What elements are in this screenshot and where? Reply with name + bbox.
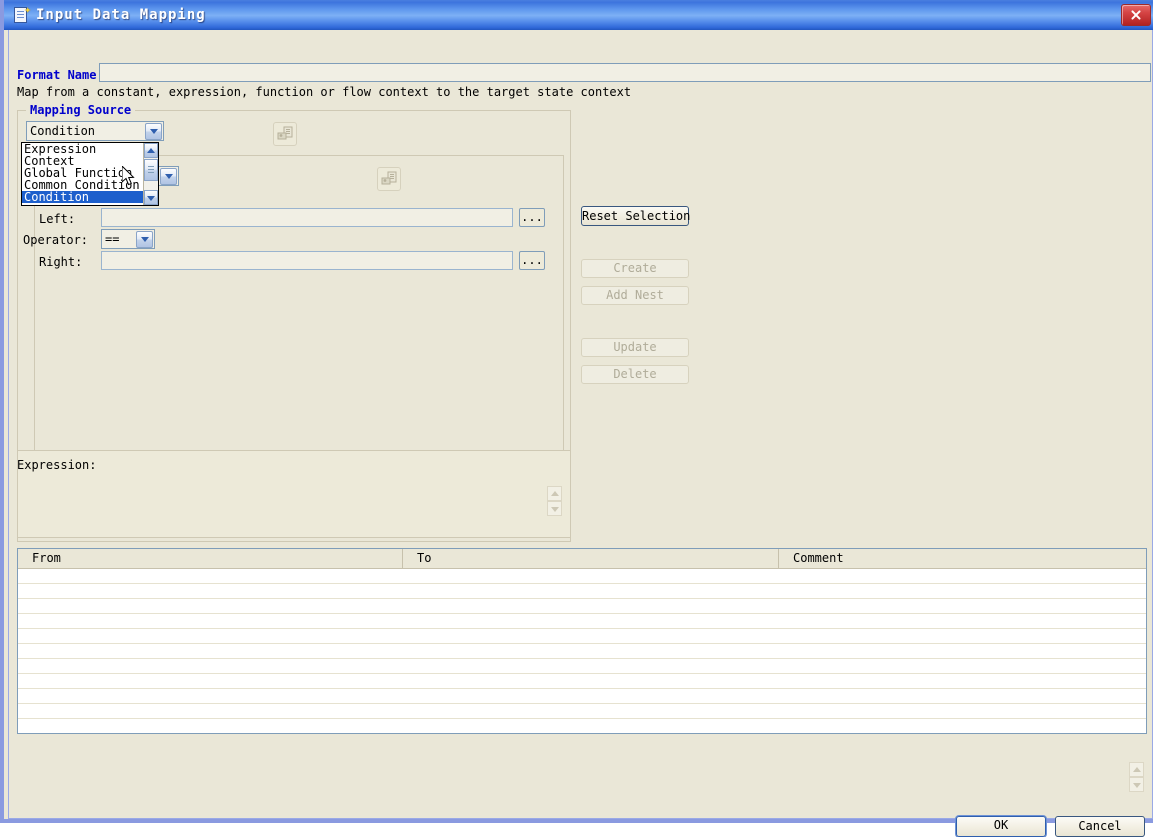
table-row[interactable] [18, 644, 1146, 659]
operator-select-value: == [105, 232, 120, 246]
operator-select[interactable]: == [101, 229, 155, 249]
table-row[interactable] [18, 704, 1146, 719]
mapping-source-select[interactable]: Condition [26, 121, 164, 141]
format-name-label: Format Name: [17, 68, 104, 82]
scroll-up-icon[interactable] [144, 143, 158, 158]
mapping-source-dropdown-list[interactable]: Expression Context Global Function Commo… [21, 142, 159, 206]
dropdown-scrollbar[interactable] [143, 143, 158, 205]
table-row[interactable] [18, 689, 1146, 704]
mapping-table[interactable]: From To Comment [17, 548, 1147, 734]
mapping-source-select-value: Condition [30, 124, 96, 138]
close-icon[interactable] [1121, 4, 1151, 26]
hint-text: Map from a constant, expression, functio… [17, 85, 632, 99]
expression-panel[interactable] [17, 450, 571, 538]
insert-field-icon[interactable] [377, 167, 401, 191]
chevron-down-icon [160, 167, 177, 185]
table-row[interactable] [18, 719, 1146, 733]
cancel-button[interactable]: Cancel [1055, 816, 1145, 837]
dropdown-option-condition[interactable]: Condition [22, 191, 143, 203]
table-row[interactable] [18, 659, 1146, 674]
reset-selection-button[interactable]: Reset Selection [581, 206, 690, 226]
window-title: Input Data Mapping [36, 7, 206, 23]
right-label: Right: [39, 255, 83, 269]
delete-button[interactable]: Delete [581, 365, 689, 384]
bottom-scroll-spinner[interactable] [1129, 762, 1144, 792]
scroll-down-icon[interactable] [1129, 777, 1144, 792]
right-browse-button[interactable]: ... [519, 251, 545, 270]
table-row[interactable] [18, 599, 1146, 614]
table-row[interactable] [18, 629, 1146, 644]
table-header-row: From To Comment [18, 549, 1146, 569]
table-row[interactable] [18, 569, 1146, 584]
scroll-down-icon[interactable] [144, 190, 158, 205]
ok-button[interactable]: OK [956, 816, 1046, 837]
scrollbar-thumb[interactable] [144, 159, 158, 181]
scroll-down-icon[interactable] [547, 501, 562, 516]
table-body [18, 569, 1146, 733]
create-button[interactable]: Create [581, 259, 689, 278]
operator-label: Operator: [23, 233, 89, 247]
left-browse-button[interactable]: ... [519, 208, 545, 227]
chevron-down-icon [145, 122, 162, 140]
scrollbar-track[interactable] [144, 158, 158, 190]
column-header-comment[interactable]: Comment [779, 549, 1146, 568]
document-star-icon: ✦ [12, 4, 31, 24]
scroll-up-icon[interactable] [1129, 762, 1144, 777]
update-button[interactable]: Update [581, 338, 689, 357]
table-row[interactable] [18, 584, 1146, 599]
column-header-to[interactable]: To [403, 549, 779, 568]
mapping-source-group-title: Mapping Source [26, 103, 136, 117]
insert-field-icon[interactable] [273, 122, 297, 146]
format-name-input[interactable] [99, 63, 1151, 82]
table-row[interactable] [18, 674, 1146, 689]
title-bar: ✦ Input Data Mapping [4, 0, 1153, 30]
left-input[interactable] [101, 208, 513, 227]
expression-scroll-spinner[interactable] [547, 486, 562, 516]
table-row[interactable] [18, 614, 1146, 629]
add-nest-button[interactable]: Add Nest [581, 286, 689, 305]
chevron-down-icon [136, 230, 153, 248]
dropdown-options: Expression Context Global Function Commo… [22, 143, 143, 205]
expression-label: Expression: [17, 458, 97, 472]
left-label: Left: [39, 212, 76, 226]
dialog-window: ✦ Input Data Mapping Format Name: Map fr… [0, 0, 1153, 837]
right-input[interactable] [101, 251, 513, 270]
dialog-body: Format Name: Map from a constant, expres… [8, 30, 1153, 837]
scroll-up-icon[interactable] [547, 486, 562, 501]
column-header-from[interactable]: From [18, 549, 403, 568]
